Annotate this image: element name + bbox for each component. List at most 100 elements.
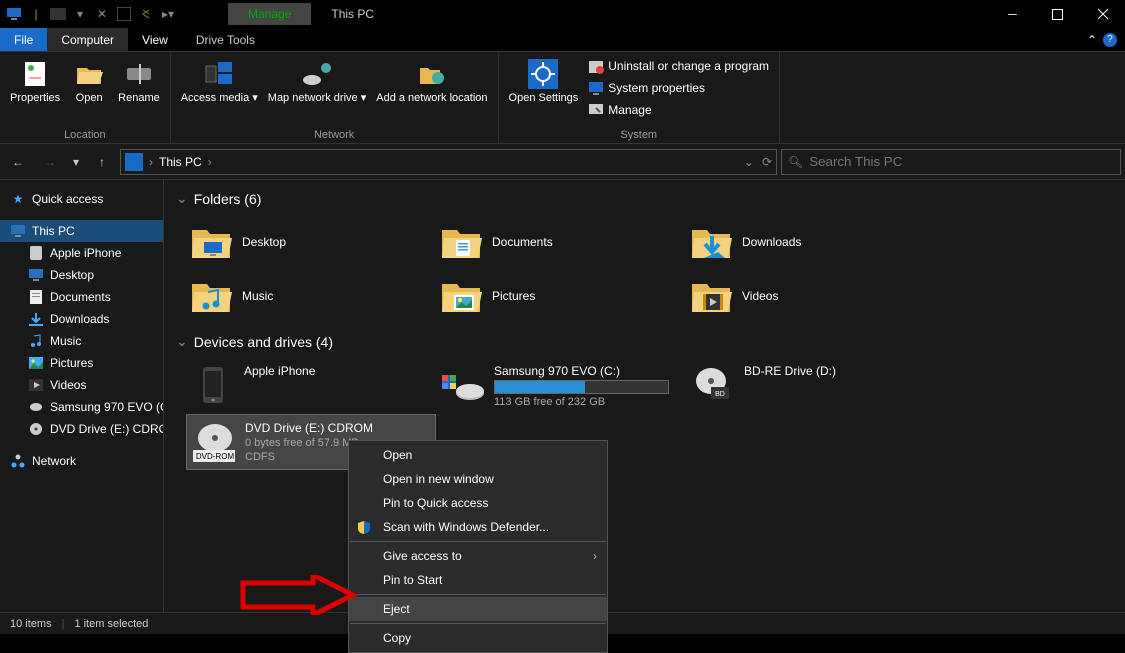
network-drive-icon (301, 58, 333, 90)
sidebar-item[interactable]: DVD Drive (E:) CDROM (0, 418, 163, 440)
folder-item[interactable]: Downloads (686, 215, 936, 269)
map-drive-button[interactable]: Map network drive ▾ (266, 56, 368, 127)
tab-view[interactable]: View (128, 28, 182, 51)
qat-dropdown-icon[interactable]: ▾ (70, 4, 90, 24)
folder-icon (190, 275, 232, 317)
search-input[interactable] (809, 154, 1114, 169)
context-menu-item[interactable]: Eject (349, 597, 607, 621)
contextual-tab-manage[interactable]: Manage (228, 3, 311, 25)
drive-item[interactable]: Samsung 970 EVO (C:)113 GB free of 232 G… (436, 358, 686, 414)
sidebar-item[interactable]: Music (0, 330, 163, 352)
tab-drive-tools[interactable]: Drive Tools (182, 28, 269, 51)
chevron-right-icon[interactable]: › (208, 155, 212, 169)
chevron-right-icon: › (593, 549, 597, 563)
context-menu-item[interactable]: Pin to Quick access (349, 491, 607, 515)
refresh-icon[interactable]: ⟳ (762, 155, 772, 169)
shield-icon (357, 520, 371, 534)
close-button[interactable] (1080, 0, 1125, 28)
settings-gear-icon (527, 58, 559, 90)
uninstall-icon (588, 58, 604, 74)
item-icon (28, 421, 44, 437)
item-icon (28, 267, 44, 283)
context-menu-item[interactable]: Copy (349, 626, 607, 650)
drive-icon (192, 364, 234, 406)
search-icon: 🔍︎ (788, 155, 803, 169)
manage-button[interactable]: Manage (586, 100, 771, 120)
sidebar-item[interactable]: Pictures (0, 352, 163, 374)
sidebar-item[interactable]: Downloads (0, 308, 163, 330)
system-icon (588, 80, 604, 96)
folder-item[interactable]: Music (186, 269, 436, 323)
help-icon[interactable]: ? (1103, 33, 1117, 47)
tab-file[interactable]: File (0, 28, 47, 51)
open-settings-button[interactable]: Open Settings (507, 56, 581, 127)
pc-icon (4, 4, 24, 24)
folder-item[interactable]: Documents (436, 215, 686, 269)
ribbon: Properties Open Rename Location Access m… (0, 52, 1125, 144)
maximize-button[interactable] (1035, 0, 1080, 28)
folder-qat-icon[interactable] (48, 4, 68, 24)
open-button[interactable]: Open (68, 56, 110, 127)
sidebar-item[interactable]: Samsung 970 EVO (C:) (0, 396, 163, 418)
folder-item[interactable]: Desktop (186, 215, 436, 269)
undo-qat-icon[interactable] (136, 4, 156, 24)
window-controls: ─ (990, 0, 1125, 28)
ribbon-group-location: Properties Open Rename Location (0, 52, 171, 143)
sidebar-item-network[interactable]: Network (0, 450, 163, 472)
folder-icon (440, 275, 482, 317)
item-icon (28, 245, 44, 261)
folders-section-header[interactable]: ⌄ Folders (6) (176, 190, 1113, 207)
sidebar-item-this-pc[interactable]: This PC (0, 220, 163, 242)
open-folder-icon (73, 58, 105, 90)
system-properties-button[interactable]: System properties (586, 78, 771, 98)
sidebar-item[interactable]: Documents (0, 286, 163, 308)
quick-access-toolbar: | ▾ ✕ ▸▾ (0, 4, 178, 24)
back-button[interactable]: ← (4, 148, 32, 176)
qat-sep-icon: | (26, 4, 46, 24)
search-bar[interactable]: 🔍︎ (781, 149, 1121, 175)
uninstall-program-button[interactable]: Uninstall or change a program (586, 56, 771, 76)
context-menu-item[interactable]: Open in new window (349, 467, 607, 491)
item-icon (28, 399, 44, 415)
sidebar-item[interactable]: Videos (0, 374, 163, 396)
titlebar: | ▾ ✕ ▸▾ Manage This PC ─ (0, 0, 1125, 28)
context-menu-item[interactable]: Scan with Windows Defender... (349, 515, 607, 539)
star-icon: ★ (10, 191, 26, 207)
drives-section-header[interactable]: ⌄ Devices and drives (4) (176, 333, 1113, 350)
pc-icon (125, 153, 143, 171)
address-bar[interactable]: › This PC › ⌄ ⟳ (120, 149, 777, 175)
address-dropdown-icon[interactable]: ⌄ (744, 155, 754, 169)
rename-button[interactable]: Rename (116, 56, 162, 127)
up-button[interactable]: ↑ (88, 148, 116, 176)
context-menu-item[interactable]: Open (349, 443, 607, 467)
context-menu-item[interactable]: Give access to› (349, 544, 607, 568)
sidebar-item[interactable]: Desktop (0, 264, 163, 286)
properties-qat-icon[interactable] (114, 4, 134, 24)
media-icon (203, 58, 235, 90)
tab-computer[interactable]: Computer (47, 28, 128, 51)
properties-button[interactable]: Properties (8, 56, 62, 127)
item-icon (28, 377, 44, 393)
ribbon-group-network: Access media ▾ Map network drive ▾ Add a… (171, 52, 499, 143)
folder-item[interactable]: Pictures (436, 269, 686, 323)
chevron-up-icon: ⌃ (1087, 33, 1097, 47)
item-icon (28, 311, 44, 327)
qat-more-icon[interactable]: ▸▾ (158, 4, 178, 24)
add-network-location-button[interactable]: Add a network location (374, 56, 489, 127)
sidebar-item-quick-access[interactable]: ★ Quick access (0, 188, 163, 210)
properties-icon (19, 58, 51, 90)
drive-item[interactable]: Apple iPhone (186, 358, 436, 414)
minimize-button[interactable]: ─ (990, 0, 1035, 28)
recent-dropdown[interactable]: ▾ (68, 148, 84, 176)
ribbon-toggle[interactable]: ⌃ ? (1087, 28, 1125, 51)
forward-button[interactable]: → (36, 148, 64, 176)
delete-qat-icon[interactable]: ✕ (92, 4, 112, 24)
context-menu-item[interactable]: Pin to Start (349, 568, 607, 592)
access-media-button[interactable]: Access media ▾ (179, 56, 260, 127)
folder-item[interactable]: Videos (686, 269, 936, 323)
sidebar-item[interactable]: Apple iPhone (0, 242, 163, 264)
chevron-right-icon[interactable]: › (149, 155, 153, 169)
breadcrumb-this-pc[interactable]: This PC (159, 155, 202, 169)
ribbon-group-label: Network (179, 127, 490, 141)
drive-item[interactable]: BDBD-RE Drive (D:) (686, 358, 936, 414)
